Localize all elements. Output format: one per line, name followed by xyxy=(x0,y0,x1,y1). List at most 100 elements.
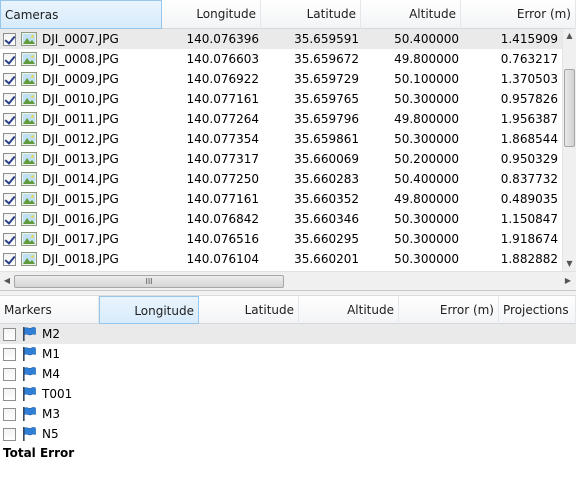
camera-enable-checkbox[interactable] xyxy=(3,152,16,166)
column-header-latitude[interactable]: Latitude xyxy=(261,0,361,29)
longitude-cell: 140.077317 xyxy=(186,152,259,166)
photo-thumbnail-icon xyxy=(21,132,37,146)
longitude-cell: 140.076842 xyxy=(186,212,259,226)
altitude-cell: 50.400000 xyxy=(394,172,459,186)
marker-enable-checkbox[interactable] xyxy=(3,367,16,381)
scroll-left-arrow-icon[interactable]: ◀ xyxy=(1,274,13,288)
blue-flag-icon xyxy=(21,326,37,342)
altitude-cell: 50.400000 xyxy=(394,32,459,46)
camera-name-cell: DJI_0018.JPG xyxy=(0,252,162,266)
markers-header: Markers ▲ Longitude Latitude Altitude Er… xyxy=(0,296,576,324)
latitude-cell: 35.660346 xyxy=(294,212,359,226)
table-row[interactable]: DJI_0017.JPG 140.076516 35.660295 50.300000… xyxy=(0,229,562,249)
camera-enable-checkbox[interactable] xyxy=(3,232,16,246)
column-header-marker-error[interactable]: Error (m) xyxy=(399,296,499,324)
column-header-markers[interactable]: Markers xyxy=(0,296,99,324)
longitude-cell: 140.076104 xyxy=(186,252,259,266)
table-row[interactable]: DJI_0013.JPG 140.077317 35.660069 50.200000… xyxy=(0,149,562,169)
longitude-cell: 140.077250 xyxy=(186,172,259,186)
error-cell: 1.882882 xyxy=(500,252,558,266)
camera-enable-checkbox[interactable] xyxy=(3,112,16,126)
table-row[interactable]: DJI_0009.JPG 140.076922 35.659729 50.100000… xyxy=(0,69,562,89)
camera-enable-checkbox[interactable] xyxy=(3,252,16,266)
longitude-cell: 140.077161 xyxy=(186,192,259,206)
camera-enable-checkbox[interactable] xyxy=(3,172,16,186)
blue-flag-icon xyxy=(21,406,37,422)
camera-enable-checkbox[interactable] xyxy=(3,92,16,106)
horizontal-scrollbar[interactable]: ◀ III ▶ xyxy=(0,271,576,290)
camera-enable-checkbox[interactable] xyxy=(3,32,16,46)
marker-enable-checkbox[interactable] xyxy=(3,427,16,441)
camera-enable-checkbox[interactable] xyxy=(3,192,16,206)
column-header-projections[interactable]: Projections xyxy=(499,296,576,324)
camera-enable-checkbox[interactable] xyxy=(3,52,16,66)
list-item[interactable]: M4 xyxy=(0,364,576,384)
camera-label: DJI_0015.JPG xyxy=(42,192,119,206)
column-header-error[interactable]: Error (m) xyxy=(461,0,576,29)
error-cell: 1.918674 xyxy=(500,232,558,246)
table-row[interactable]: DJI_0011.JPG 140.077264 35.659796 49.800000… xyxy=(0,109,562,129)
longitude-cell: 140.077161 xyxy=(186,92,259,106)
error-cell: 1.415909 xyxy=(500,32,558,46)
table-row[interactable]: DJI_0015.JPG 140.077161 35.660352 49.800000… xyxy=(0,189,562,209)
blue-flag-icon xyxy=(21,386,37,402)
column-header-marker-latitude[interactable]: Latitude xyxy=(199,296,299,324)
table-row[interactable]: DJI_0012.JPG 140.077354 35.659861 50.300000… xyxy=(0,129,562,149)
photo-thumbnail-icon xyxy=(21,72,37,86)
list-item[interactable]: N5 xyxy=(0,424,576,444)
list-item[interactable]: M2 xyxy=(0,324,576,344)
photo-thumbnail-icon xyxy=(21,212,37,226)
camera-name-cell: DJI_0016.JPG xyxy=(0,212,162,226)
vertical-scrollbar[interactable]: ▲ ▼ xyxy=(562,29,576,271)
latitude-cell: 35.659672 xyxy=(294,52,359,66)
error-cell: 1.370503 xyxy=(500,72,558,86)
scroll-down-arrow-icon[interactable]: ▼ xyxy=(563,257,576,271)
table-row[interactable]: DJI_0010.JPG 140.077161 35.659765 50.300000… xyxy=(0,89,562,109)
table-row[interactable]: DJI_0014.JPG 140.077250 35.660283 50.400000… xyxy=(0,169,562,189)
marker-enable-checkbox[interactable] xyxy=(3,327,16,341)
column-header-marker-longitude[interactable]: ▲ Longitude xyxy=(99,296,199,324)
horizontal-scrollbar-thumb[interactable]: III xyxy=(14,275,284,288)
photo-thumbnail-icon xyxy=(21,112,37,126)
camera-label: DJI_0008.JPG xyxy=(42,52,119,66)
error-cell: 0.489035 xyxy=(500,192,558,206)
longitude-cell: 140.077354 xyxy=(186,132,259,146)
camera-enable-checkbox[interactable] xyxy=(3,132,16,146)
camera-enable-checkbox[interactable] xyxy=(3,212,16,226)
camera-name-cell: DJI_0010.JPG xyxy=(0,92,162,106)
error-cell: 0.957826 xyxy=(500,92,558,106)
latitude-cell: 35.659796 xyxy=(294,112,359,126)
list-item[interactable]: M3 xyxy=(0,404,576,424)
table-row[interactable]: DJI_0007.JPG 140.076396 35.659591 50.400000… xyxy=(0,29,562,49)
altitude-cell: 50.200000 xyxy=(394,152,459,166)
altitude-cell: 49.800000 xyxy=(394,192,459,206)
table-row[interactable]: DJI_0016.JPG 140.076842 35.660346 50.300000… xyxy=(0,209,562,229)
column-header-longitude[interactable]: Longitude xyxy=(162,0,261,29)
table-row[interactable]: DJI_0008.JPG 140.076603 35.659672 49.800000… xyxy=(0,49,562,69)
scroll-up-arrow-icon[interactable]: ▲ xyxy=(563,29,576,43)
camera-name-cell: DJI_0013.JPG xyxy=(0,152,162,166)
scrollbar-thumb[interactable] xyxy=(564,69,575,147)
camera-enable-checkbox[interactable] xyxy=(3,72,16,86)
latitude-cell: 35.659729 xyxy=(294,72,359,86)
column-header-cameras[interactable]: ▲ Cameras xyxy=(0,0,162,29)
column-header-altitude[interactable]: Altitude xyxy=(361,0,461,29)
table-row[interactable]: DJI_0018.JPG 140.076104 35.660201 50.300000… xyxy=(0,249,562,269)
column-header-marker-altitude[interactable]: Altitude xyxy=(299,296,399,324)
cameras-header: ▲ Cameras Longitude Latitude Altitude Er… xyxy=(0,0,576,29)
total-error-label: Total Error xyxy=(3,446,75,460)
camera-name-cell: DJI_0009.JPG xyxy=(0,72,162,86)
camera-name-cell: DJI_0015.JPG xyxy=(0,192,162,206)
marker-enable-checkbox[interactable] xyxy=(3,347,16,361)
error-cell: 1.868544 xyxy=(500,132,558,146)
marker-label: M3 xyxy=(42,407,60,421)
list-item[interactable]: T001 xyxy=(0,384,576,404)
error-cell: 1.956387 xyxy=(500,112,558,126)
list-item[interactable]: M1 xyxy=(0,344,576,364)
altitude-cell: 50.300000 xyxy=(394,252,459,266)
photo-thumbnail-icon xyxy=(21,252,37,266)
photo-thumbnail-icon xyxy=(21,192,37,206)
marker-enable-checkbox[interactable] xyxy=(3,407,16,421)
marker-enable-checkbox[interactable] xyxy=(3,387,16,401)
scroll-right-arrow-icon[interactable]: ▶ xyxy=(562,274,574,288)
